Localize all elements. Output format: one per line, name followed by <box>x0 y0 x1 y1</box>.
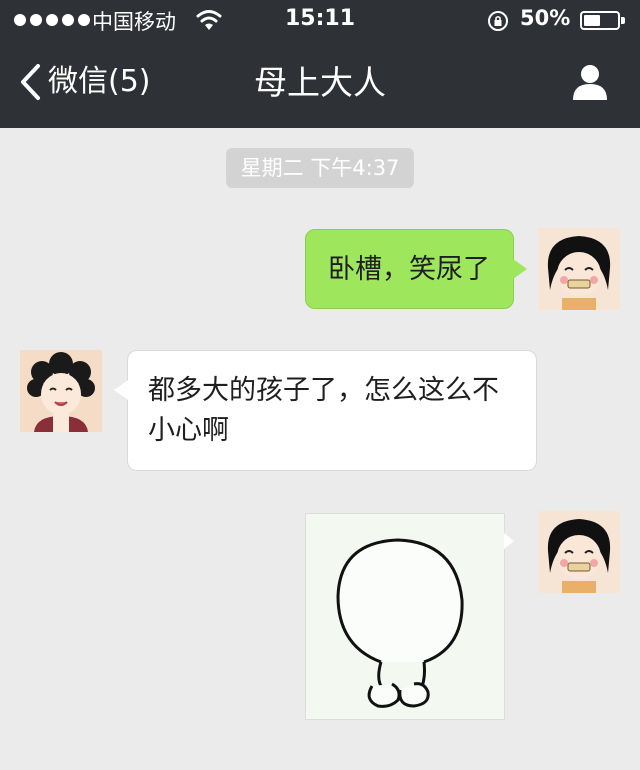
message-timestamp: 星期二 下午4:37 <box>226 148 414 188</box>
sticker-message[interactable] <box>305 513 505 720</box>
profile-icon[interactable] <box>570 62 610 102</box>
nav-bar: 微信(5) 母上大人 <box>0 40 640 128</box>
status-bar: 中国移动 15:11 50% <box>0 0 640 40</box>
bubble-tail <box>504 533 514 549</box>
battery-percentage: 50% <box>520 6 571 30</box>
sticker-image <box>336 538 464 708</box>
bubble-tail <box>513 259 527 279</box>
message-text-line-1: 都多大的孩子了，怎么这么不 <box>148 375 499 406</box>
chat-title: 母上大人 <box>254 63 386 102</box>
mom-avatar[interactable] <box>20 350 102 432</box>
message-text: 卧槽，笑尿了 <box>328 254 490 285</box>
my-avatar[interactable] <box>538 511 620 593</box>
rotation-lock-icon <box>488 11 508 31</box>
my-avatar[interactable] <box>538 228 620 310</box>
top-bar: 中国移动 15:11 50% 微信(5) 母上大人 <box>0 0 640 128</box>
message-bubble-received[interactable]: 都多大的孩子了，怎么这么不 小心啊 <box>127 350 537 471</box>
battery-icon <box>580 11 625 30</box>
message-text-line-2: 小心啊 <box>148 415 229 446</box>
message-bubble-sent[interactable]: 卧槽，笑尿了 <box>305 229 514 309</box>
bubble-tail <box>114 380 128 400</box>
